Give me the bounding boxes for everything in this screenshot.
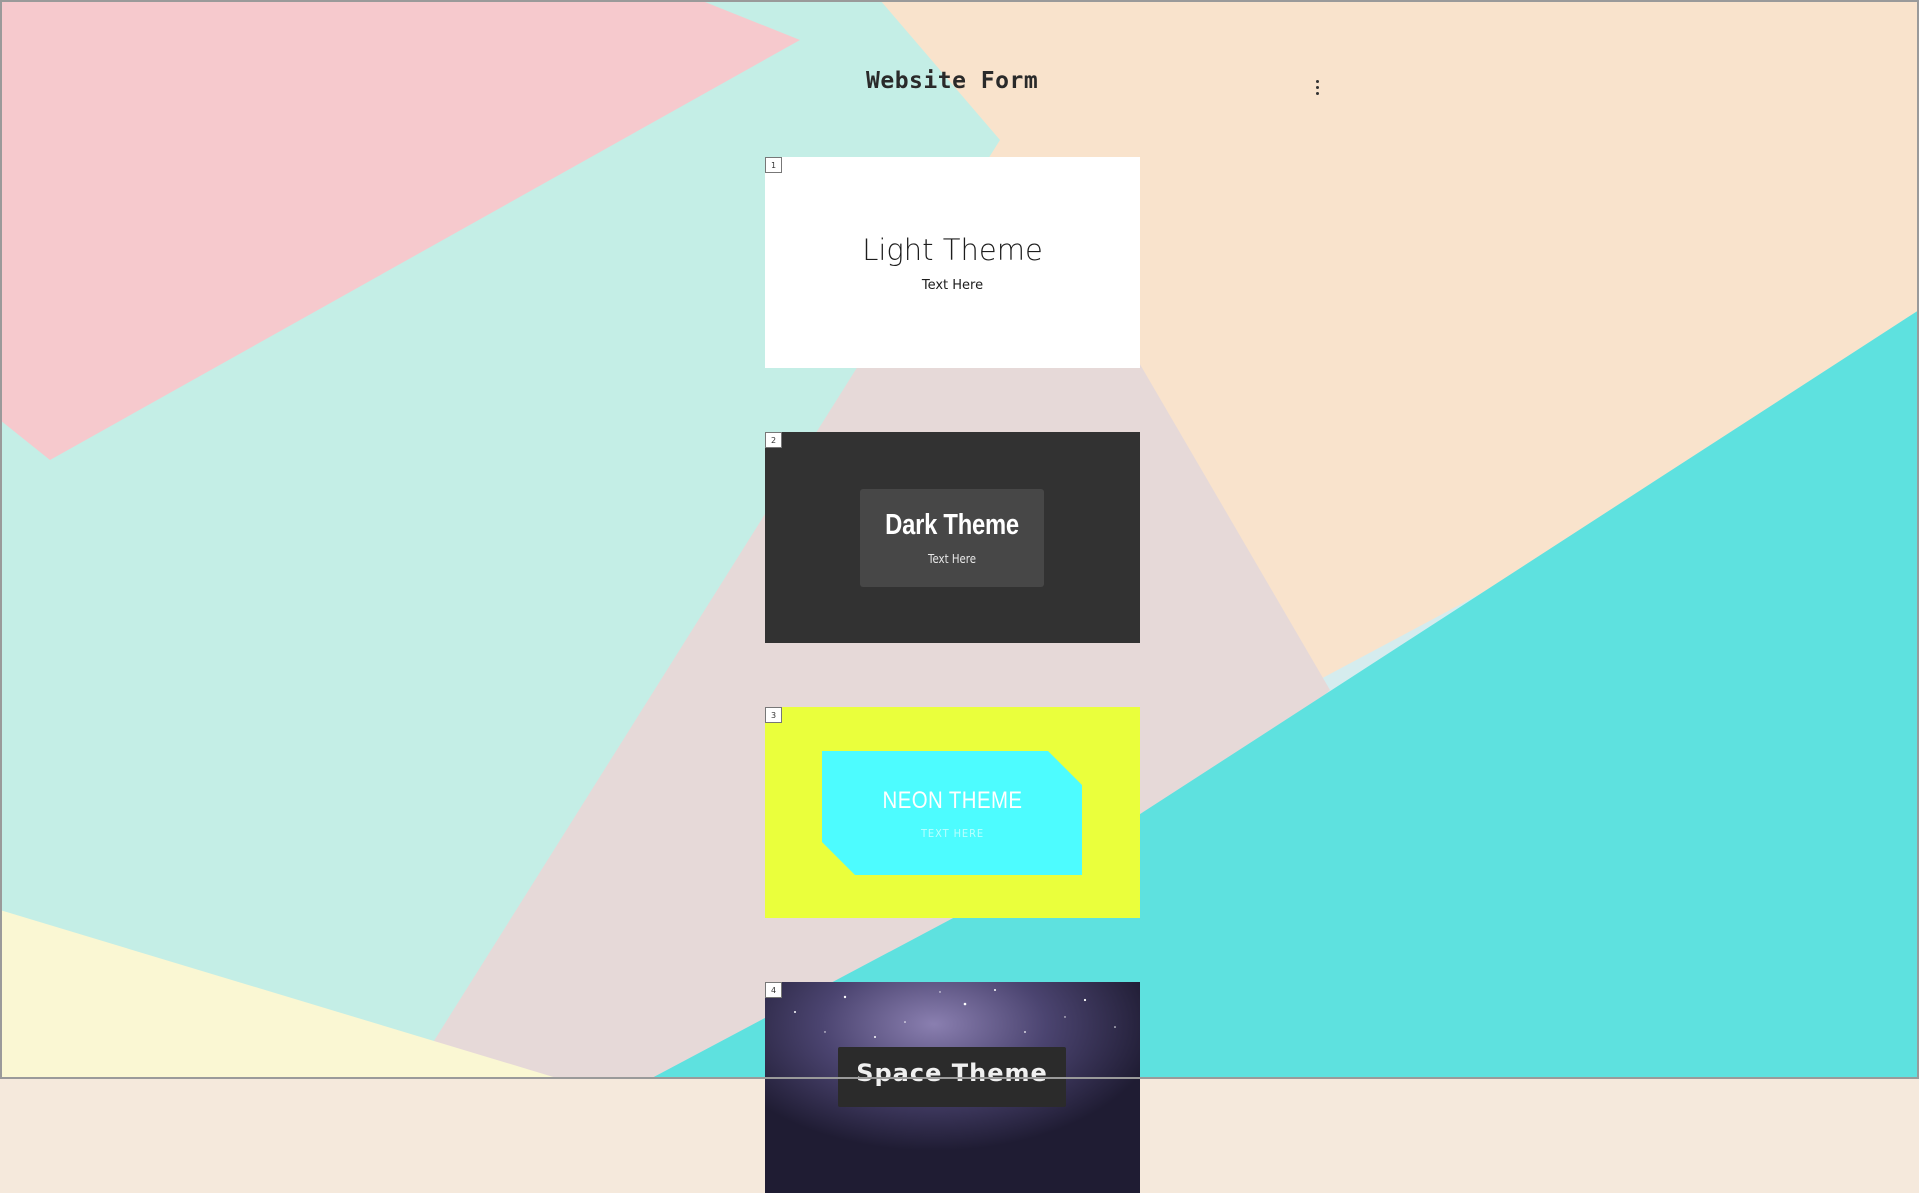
page-title: Website Form [866,68,1039,94]
slide-title: Light Theme [862,233,1043,267]
slide-number: 4 [765,982,782,998]
slide-title: Dark Theme [885,509,1019,541]
slide-space-theme[interactable]: 4 Space Theme [765,982,1140,1193]
dark-title-box: Dark Theme Text Here [860,489,1044,587]
slide-dark-theme[interactable]: 2 Dark Theme Text Here [765,432,1140,643]
more-vertical-icon[interactable] [1304,74,1330,100]
slide-number: 3 [765,707,782,723]
slide-number: 2 [765,432,782,448]
menu-dot [1315,79,1319,83]
slide-title: Space Theme [856,1059,1048,1087]
slide-light-theme[interactable]: 1 Light Theme Text Here [765,157,1140,368]
slide-number: 1 [765,157,782,173]
slide-neon-theme[interactable]: 3 NEON THEME TEXT HERE [765,707,1140,918]
slide-title: NEON THEME [882,787,1023,814]
space-title-box: Space Theme [838,1047,1066,1107]
slide-subtitle: Text Here [927,552,977,566]
menu-dot [1315,91,1319,95]
menu-dot [1315,85,1319,89]
slide-subtitle: TEXT HERE [920,827,985,840]
slide-subtitle: Text Here [921,278,984,293]
